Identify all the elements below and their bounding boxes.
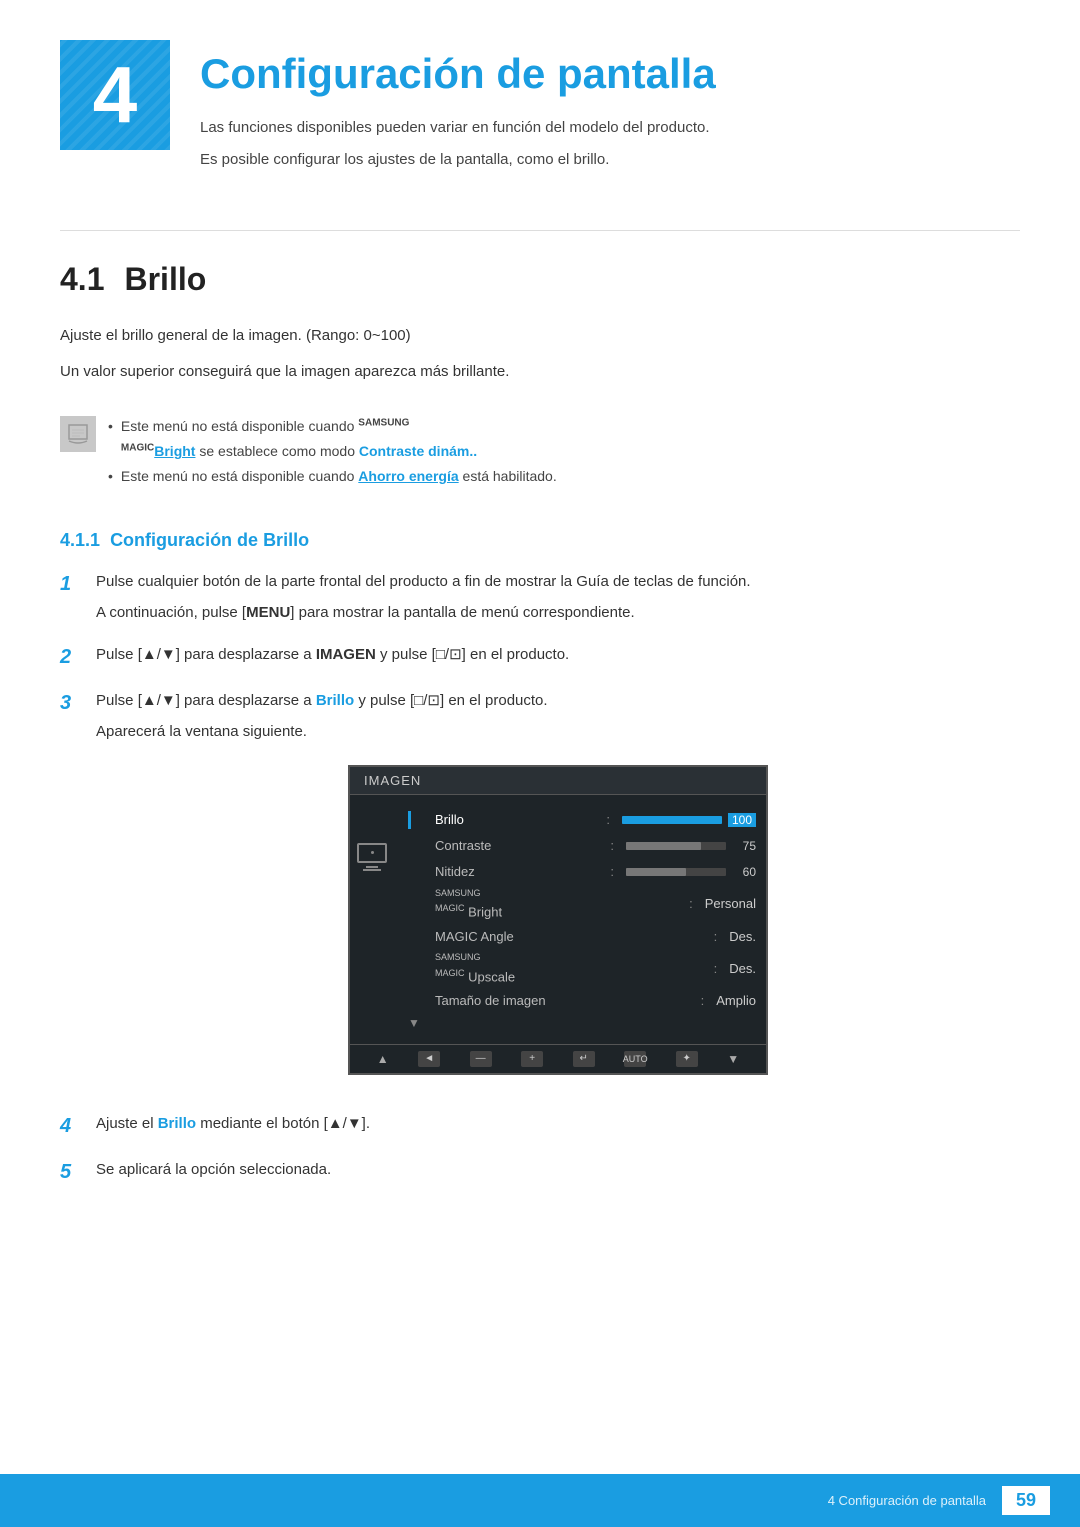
menu-row-contraste: Contraste : 75 — [394, 833, 766, 859]
note-icon — [60, 416, 96, 452]
menu-screenshot: IMAGEN — [348, 765, 768, 1075]
section-41-title: 4.1 Brillo — [60, 261, 1020, 298]
chapter-number-text: 4 — [93, 49, 138, 141]
note1-mid: se establece como modo — [195, 443, 358, 459]
section-title-text: Brillo — [124, 261, 206, 297]
menu-row-nitidez: Nitidez : 60 — [394, 859, 766, 885]
note1-link: Bright — [154, 443, 195, 459]
steps-list: 1 Pulse cualquier botón de la parte fron… — [60, 569, 1020, 1187]
footer-down-arrow: ▼ — [727, 1052, 739, 1066]
note-lines: • Este menú no está disponible cuando SA… — [108, 414, 1020, 490]
footer-btn-enter: ↵ — [573, 1051, 595, 1067]
footer-btn-auto: AUTO — [624, 1051, 646, 1067]
step-4-content: Ajuste el Brillo mediante el botón [▲/▼]… — [96, 1111, 1020, 1137]
step-1-text: Pulse cualquier botón de la parte fronta… — [96, 569, 1020, 595]
menu-items-col: Brillo : 100 — [394, 803, 766, 1036]
monitor-icon — [357, 843, 387, 863]
note1-pre: Este menú no está disponible cuando — [121, 418, 358, 434]
step-3: 3 Pulse [▲/▼] para desplazarse a Brillo … — [60, 688, 1020, 1095]
step-5-content: Se aplicará la opción seleccionada. — [96, 1157, 1020, 1183]
section-para1: Ajuste el brillo general de la imagen. (… — [60, 323, 1020, 349]
section-divider — [60, 230, 1020, 231]
menu-body: Brillo : 100 — [350, 795, 766, 1044]
note2-pre: Este menú no está disponible cuando — [121, 468, 358, 484]
footer-btn-minus: — — [470, 1051, 492, 1067]
footer-btn-plus: + — [521, 1051, 543, 1067]
page-footer: 4 Configuración de pantalla 59 — [0, 1474, 1080, 1527]
subsection-411-title: 4.1.1 Configuración de Brillo — [60, 530, 1020, 551]
menu-row-bright: SAMSUNGMAGIC Bright : Personal — [394, 885, 766, 924]
menu-icon-col — [350, 803, 394, 1036]
chapter-header: 4 Configuración de pantalla Las funcione… — [0, 0, 1080, 210]
footer-btn-back: ◄ — [418, 1051, 440, 1067]
footer-btn-settings: ✦ — [676, 1051, 698, 1067]
note1-bold: Contraste dinám.. — [359, 443, 477, 459]
step-4: 4 Ajuste el Brillo mediante el botón [▲/… — [60, 1111, 1020, 1141]
chapter-title: Configuración de pantalla — [200, 50, 1020, 98]
step-3-content: Pulse [▲/▼] para desplazarse a Brillo y … — [96, 688, 1020, 1095]
note2-link: Ahorro energía — [358, 468, 458, 484]
menu-screen-header: IMAGEN — [350, 767, 766, 795]
note-line-1: • Este menú no está disponible cuando SA… — [108, 414, 1020, 464]
chapter-number: 4 — [60, 40, 170, 150]
note-box: • Este menú no está disponible cuando SA… — [60, 404, 1020, 500]
step-4-text: Ajuste el Brillo mediante el botón [▲/▼]… — [96, 1111, 1020, 1137]
step-3-subtext: Aparecerá la ventana siguiente. — [96, 719, 1020, 745]
step-5-text: Se aplicará la opción seleccionada. — [96, 1157, 1020, 1183]
step-5: 5 Se aplicará la opción seleccionada. — [60, 1157, 1020, 1187]
step-1: 1 Pulse cualquier botón de la parte fron… — [60, 569, 1020, 626]
step-1-subtext: A continuación, pulse [MENU] para mostra… — [96, 600, 1020, 626]
menu-row-brillo: Brillo : 100 — [394, 807, 766, 833]
subsection-title-text: Configuración de Brillo — [110, 530, 309, 550]
footer-up-arrow: ▲ — [377, 1052, 389, 1066]
content-area: 4.1 Brillo Ajuste el brillo general de la… — [0, 261, 1080, 1187]
step-2-text: Pulse [▲/▼] para desplazarse a IMAGEN y … — [96, 642, 1020, 668]
step-2-content: Pulse [▲/▼] para desplazarse a IMAGEN y … — [96, 642, 1020, 668]
chapter-title-block: Configuración de pantalla Las funciones … — [200, 40, 1020, 180]
menu-row-angle: MAGIC Angle : Des. — [394, 923, 766, 949]
section-para2: Un valor superior conseguirá que la imag… — [60, 359, 1020, 385]
menu-scroll-down: ▼ — [394, 1014, 766, 1032]
menu-screen: IMAGEN — [348, 765, 768, 1075]
footer-chapter-text: 4 Configuración de pantalla — [828, 1493, 986, 1508]
chapter-desc1: Las funciones disponibles pueden variar … — [200, 116, 1020, 140]
menu-row-tamano: Tamaño de imagen : Amplio — [394, 988, 766, 1014]
footer-page-number: 59 — [1002, 1486, 1050, 1515]
menu-row-upscale: SAMSUNGMAGIC Upscale : Des. — [394, 949, 766, 988]
subsection-number: 4.1.1 — [60, 530, 100, 550]
section-number: 4.1 — [60, 261, 104, 297]
chapter-desc2: Es posible configurar los ajustes de la … — [200, 148, 1020, 172]
note-line-2: • Este menú no está disponible cuando Ah… — [108, 464, 1020, 489]
note2-post: está habilitado. — [459, 468, 557, 484]
step-3-text: Pulse [▲/▼] para desplazarse a Brillo y … — [96, 688, 1020, 714]
page-wrapper: 4 Configuración de pantalla Las funcione… — [0, 0, 1080, 1263]
step-1-content: Pulse cualquier botón de la parte fronta… — [96, 569, 1020, 626]
menu-footer: ▲ ◄ — + ↵ — [350, 1044, 766, 1073]
step-2: 2 Pulse [▲/▼] para desplazarse a IMAGEN … — [60, 642, 1020, 672]
